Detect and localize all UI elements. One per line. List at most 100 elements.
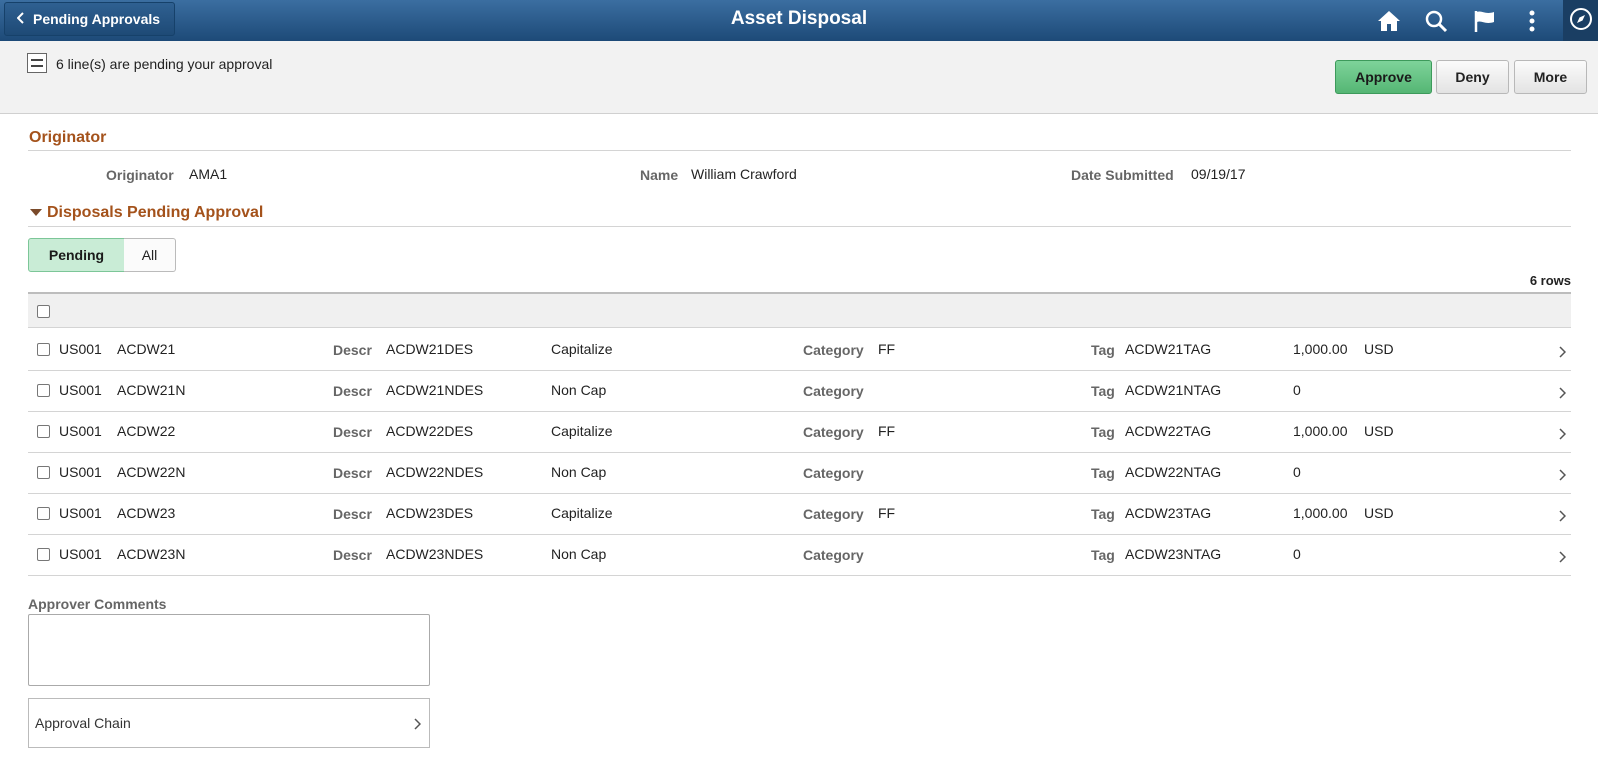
category-value: FF (878, 423, 896, 439)
tab-all[interactable]: All (124, 238, 176, 272)
section-divider (28, 226, 1571, 227)
navbar-button[interactable] (1563, 0, 1598, 41)
descr-label: Descr (333, 506, 372, 522)
amount: 1,000.00 (1293, 423, 1348, 439)
chevron-left-icon (16, 11, 25, 28)
table-row[interactable]: US001 ACDW21 Descr ACDW21DES Capitalize Categ… (28, 330, 1571, 371)
top-banner: Pending Approvals Asset Disposal (0, 0, 1598, 41)
row-checkbox[interactable] (37, 425, 50, 438)
business-unit: US001 (59, 505, 102, 521)
table-row[interactable]: US001 ACDW21N Descr ACDW21NDES Non Cap Catego… (28, 371, 1571, 412)
tag-label: Tag (1091, 424, 1115, 440)
business-unit: US001 (59, 382, 102, 398)
tag-value: ACDW21NTAG (1125, 382, 1222, 398)
select-all-checkbox[interactable] (37, 305, 50, 318)
descr-value: ACDW21DES (386, 341, 474, 357)
asset-id: ACDW23 (117, 505, 176, 521)
approval-chain-link[interactable]: Approval Chain (28, 698, 430, 748)
asset-id: ACDW22N (117, 464, 186, 480)
descr-label: Descr (333, 547, 372, 563)
currency: USD (1364, 341, 1394, 357)
originator-value: AMA1 (189, 166, 228, 182)
business-unit: US001 (59, 341, 102, 357)
category-label: Category (803, 547, 864, 563)
category-value: FF (878, 341, 896, 357)
capitalization: Non Cap (551, 546, 607, 562)
descr-value: ACDW23NDES (386, 546, 484, 562)
deny-button[interactable]: Deny (1436, 60, 1509, 94)
chevron-right-icon[interactable] (1559, 468, 1567, 484)
search-icon[interactable] (1421, 6, 1451, 36)
descr-label: Descr (333, 342, 372, 358)
amount: 1,000.00 (1293, 505, 1348, 521)
amount: 1,000.00 (1293, 341, 1348, 357)
descr-value: ACDW21NDES (386, 382, 484, 398)
category-value: FF (878, 505, 896, 521)
tag-label: Tag (1091, 465, 1115, 481)
descr-label: Descr (333, 424, 372, 440)
chevron-right-icon[interactable] (1559, 345, 1567, 361)
tag-value: ACDW22TAG (1125, 423, 1212, 439)
disposals-section-title: Disposals Pending Approval (47, 204, 264, 221)
currency: USD (1364, 423, 1394, 439)
name-label: Name (640, 167, 679, 183)
disposals-section-toggle[interactable]: Disposals Pending Approval (30, 204, 263, 222)
table-row[interactable]: US001 ACDW22N Descr ACDW22NDES Non Cap Catego… (28, 453, 1571, 494)
chevron-right-icon[interactable] (1559, 550, 1567, 566)
descr-value: ACDW23DES (386, 505, 474, 521)
table-row[interactable]: US001 ACDW23N Descr ACDW23NDES Non Cap Catego… (28, 535, 1571, 576)
grid-header (28, 292, 1571, 328)
chevron-right-icon[interactable] (1559, 386, 1567, 402)
tag-label: Tag (1091, 342, 1115, 358)
business-unit: US001 (59, 546, 102, 562)
name-value: William Crawford (691, 166, 797, 182)
currency: USD (1364, 505, 1394, 521)
caret-down-icon (30, 209, 42, 217)
chevron-right-icon[interactable] (1559, 509, 1567, 525)
row-checkbox[interactable] (37, 507, 50, 520)
capitalization: Non Cap (551, 382, 607, 398)
descr-value: ACDW22NDES (386, 464, 484, 480)
business-unit: US001 (59, 464, 102, 480)
row-count: 6 rows (1529, 273, 1571, 288)
row-checkbox[interactable] (37, 466, 50, 479)
tag-value: ACDW23TAG (1125, 505, 1212, 521)
section-divider (28, 150, 1571, 151)
approve-button[interactable]: Approve (1335, 60, 1432, 94)
descr-label: Descr (333, 465, 372, 481)
tag-label: Tag (1091, 383, 1115, 399)
capitalization: Capitalize (551, 423, 613, 439)
action-bar: 6 line(s) are pending your approval Appr… (0, 41, 1598, 114)
approver-comments-input[interactable] (28, 614, 430, 686)
chevron-right-icon[interactable] (1559, 427, 1567, 443)
flag-icon[interactable] (1470, 6, 1500, 36)
category-label: Category (803, 506, 864, 522)
more-vertical-icon[interactable] (1517, 6, 1547, 36)
more-button[interactable]: More (1514, 60, 1587, 94)
table-row[interactable]: US001 ACDW22 Descr ACDW22DES Capitalize Categ… (28, 412, 1571, 453)
home-icon[interactable] (1374, 6, 1404, 36)
back-button-label: Pending Approvals (33, 11, 161, 27)
asset-id: ACDW22 (117, 423, 176, 439)
row-checkbox[interactable] (37, 548, 50, 561)
tag-label: Tag (1091, 506, 1115, 522)
capitalization: Capitalize (551, 341, 613, 357)
back-button[interactable]: Pending Approvals (4, 2, 176, 36)
row-checkbox[interactable] (37, 384, 50, 397)
asset-id: ACDW21 (117, 341, 176, 357)
table-row[interactable]: US001 ACDW23 Descr ACDW23DES Capitalize Categ… (28, 494, 1571, 535)
asset-id: ACDW21N (117, 382, 186, 398)
row-checkbox[interactable] (37, 343, 50, 356)
category-label: Category (803, 465, 864, 481)
date-submitted-value: 09/19/17 (1191, 166, 1246, 182)
originator-section-title: Originator (29, 129, 107, 146)
tab-pending[interactable]: Pending (28, 238, 125, 272)
amount: 0 (1293, 464, 1301, 480)
capitalization: Non Cap (551, 464, 607, 480)
compass-icon (1569, 7, 1593, 34)
date-submitted-label: Date Submitted (1071, 167, 1174, 183)
toggle-list-icon[interactable] (27, 53, 47, 73)
pending-lines-text: 6 line(s) are pending your approval (56, 56, 273, 72)
amount: 0 (1293, 546, 1301, 562)
tag-label: Tag (1091, 547, 1115, 563)
